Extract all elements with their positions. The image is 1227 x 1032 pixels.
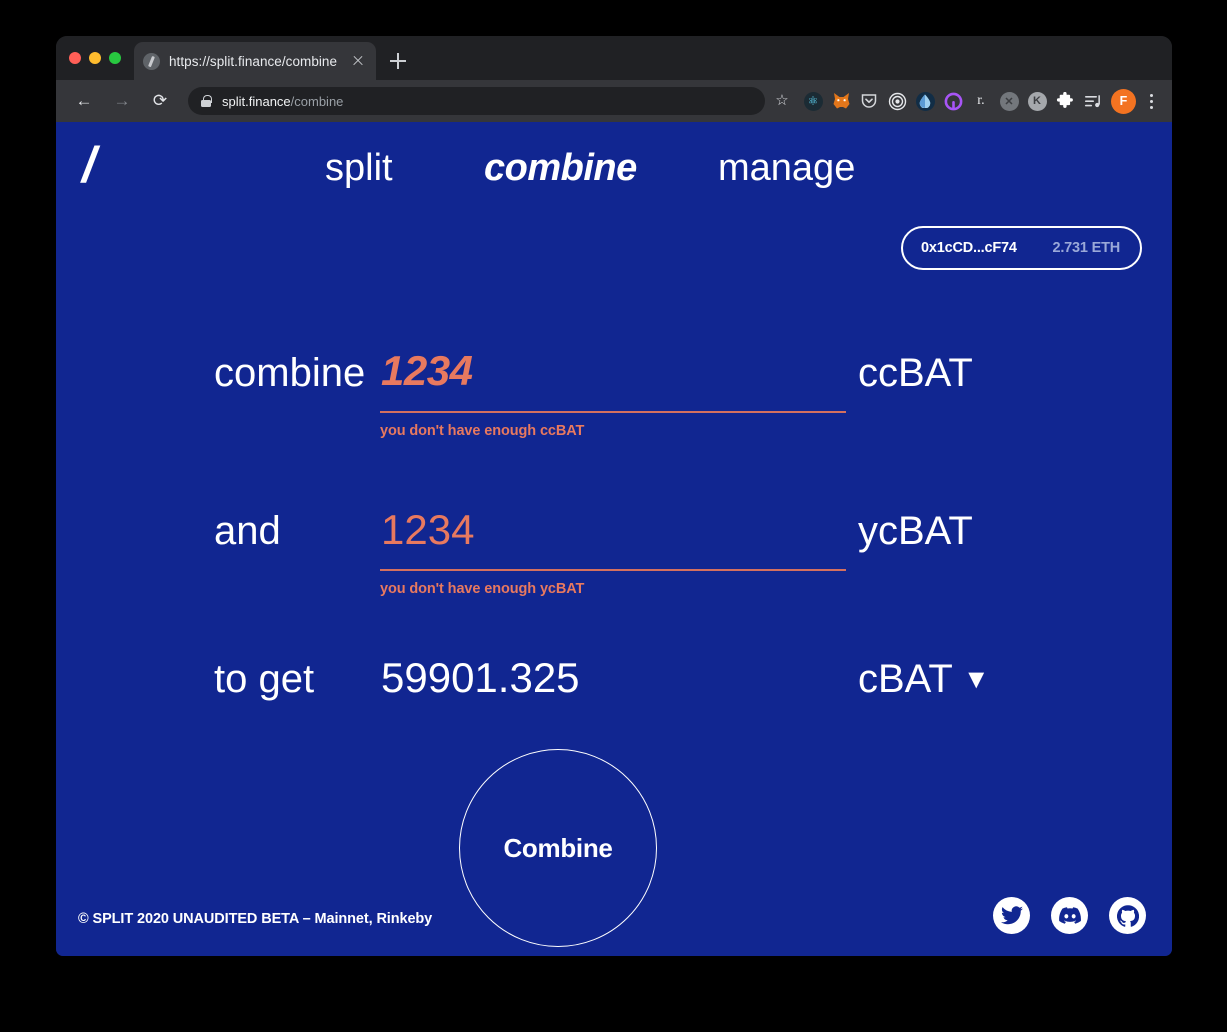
address-bar[interactable]: split.finance/combine (188, 87, 765, 115)
github-icon[interactable] (1109, 897, 1146, 934)
back-button[interactable]: ← (70, 87, 98, 115)
input-underline-ycbat (380, 569, 846, 571)
nav-link-combine[interactable]: combine (484, 146, 637, 192)
new-tab-button[interactable] (386, 49, 410, 73)
forward-button[interactable]: → (108, 87, 136, 115)
rarible-icon[interactable]: r. (967, 87, 995, 115)
tab-close-icon[interactable] (349, 52, 367, 70)
error-message-ycbat: you don't have enough ycBAT (380, 581, 585, 597)
row-label-to-get: to get (214, 657, 315, 701)
browser-toolbar: ← → ⟳ split.finance/combine ☆ ⚛ r. ✕ K F (56, 80, 1172, 122)
token-dropdown-cbat[interactable]: cBAT ▼ (858, 659, 990, 699)
row-label-and: and (214, 509, 281, 553)
reload-button[interactable]: ⟳ (146, 87, 174, 115)
metamask-icon[interactable] (827, 87, 855, 115)
token-dropdown-label: cBAT (858, 657, 953, 701)
output-amount-cbat: 59901.325 (381, 654, 580, 701)
amount-input-ccbat[interactable]: 1234 (381, 350, 473, 392)
input-underline-ccbat (380, 411, 846, 413)
page-content: / split combine manage 0x1cCD...cF74 2.7… (56, 122, 1172, 956)
browser-window: https://split.finance/combine ← → ⟳ spli… (56, 36, 1172, 956)
token-label-ccbat: ccBAT (858, 351, 973, 395)
profile-avatar[interactable]: F (1111, 88, 1136, 114)
tab-favicon-icon (143, 52, 160, 70)
window-controls (69, 52, 121, 64)
combine-submit-button[interactable]: Combine (459, 749, 657, 947)
url-domain: split.finance (222, 93, 291, 109)
error-message-ccbat: you don't have enough ccBAT (380, 423, 585, 439)
nav-link-manage[interactable]: manage (718, 146, 855, 192)
x-circle-icon[interactable]: ✕ (995, 87, 1023, 115)
kebab-menu-icon[interactable] (1140, 87, 1162, 115)
wallet-badge[interactable]: 0x1cCD...cF74 2.731 ETH (901, 226, 1142, 270)
bookmark-star-icon[interactable]: ☆ (771, 90, 793, 112)
tab-title: https://split.finance/combine (169, 53, 338, 69)
window-close-button[interactable] (69, 52, 81, 64)
nav-link-split[interactable]: split (325, 146, 393, 192)
row-label-combine: combine (214, 351, 366, 395)
purple-ring-icon[interactable] (939, 87, 967, 115)
lock-icon (201, 95, 212, 107)
footer-social-links (993, 897, 1146, 934)
chevron-down-icon: ▼ (962, 664, 990, 694)
puzzle-extensions-icon[interactable] (1051, 87, 1079, 115)
token-label-ycbat: ycBAT (858, 509, 973, 553)
wallet-balance: 2.731 ETH (1052, 240, 1120, 256)
window-minimize-button[interactable] (89, 52, 101, 64)
browser-tab[interactable]: https://split.finance/combine (134, 42, 376, 80)
droplet-icon[interactable] (911, 87, 939, 115)
split-logo[interactable]: / (82, 140, 96, 190)
url-path: /combine (290, 93, 344, 109)
target-icon[interactable] (883, 87, 911, 115)
url-text: split.finance/combine (222, 94, 343, 109)
extensions-tray: ⚛ r. ✕ K (799, 87, 1107, 115)
discord-icon[interactable] (1051, 897, 1088, 934)
playlist-icon[interactable] (1079, 87, 1107, 115)
site-header: / split combine manage (56, 122, 1172, 234)
amount-input-ycbat[interactable]: 1234 (381, 509, 474, 551)
window-maximize-button[interactable] (109, 52, 121, 64)
twitter-icon[interactable] (993, 897, 1030, 934)
footer-copyright: © SPLIT 2020 UNAUDITED BETA – Mainnet, R… (78, 911, 433, 927)
k-circle-icon[interactable]: K (1023, 87, 1051, 115)
wallet-address: 0x1cCD...cF74 (921, 240, 1017, 256)
pocket-icon[interactable] (855, 87, 883, 115)
tab-strip: https://split.finance/combine (56, 36, 1172, 80)
react-devtools-icon[interactable]: ⚛ (799, 87, 827, 115)
